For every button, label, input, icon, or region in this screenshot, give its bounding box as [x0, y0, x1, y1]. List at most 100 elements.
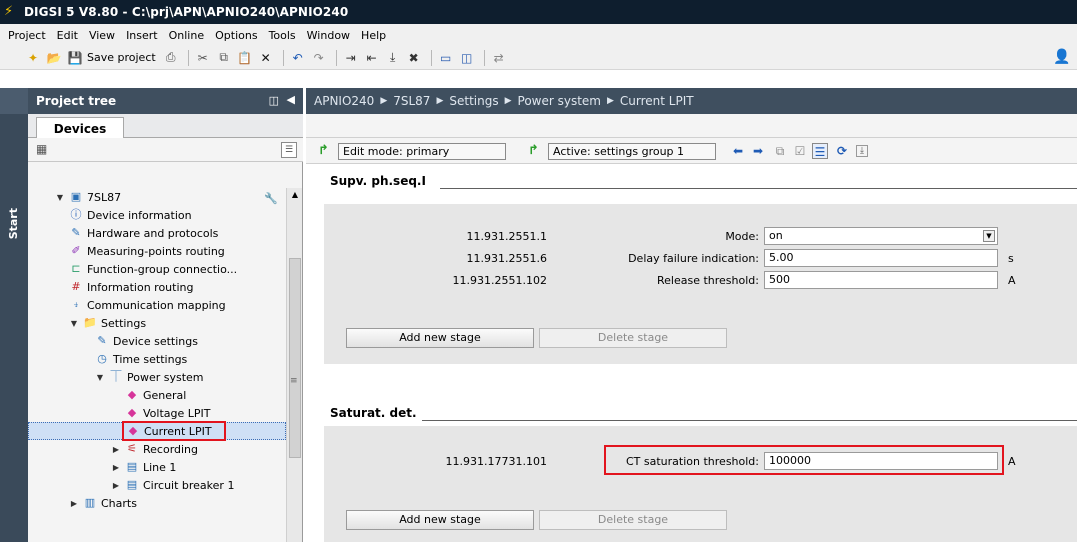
download-icon[interactable]: ⤓: [856, 145, 868, 157]
compare-icon[interactable]: ⇄: [490, 49, 508, 67]
tree-view-icon[interactable]: ☰: [281, 142, 297, 158]
add-new-stage-button[interactable]: Add new stage: [346, 328, 534, 348]
mode-select-value: on: [769, 229, 783, 242]
expand-toggle-icon[interactable]: ▶: [110, 481, 122, 490]
load-to-device-icon[interactable]: ⤓: [384, 49, 402, 67]
start-tab[interactable]: Start: [7, 208, 20, 239]
tree-item-device-information[interactable]: ⓘ Device information: [68, 206, 192, 224]
breadcrumb-item[interactable]: Power system: [518, 94, 601, 108]
back-arrow-icon[interactable]: ⬅: [730, 143, 746, 159]
forward-arrow-icon[interactable]: ➡: [750, 143, 766, 159]
undo-icon[interactable]: ↶: [289, 49, 307, 67]
tree-item-information-routing[interactable]: # Information routing: [68, 278, 193, 296]
tree-item-time-settings[interactable]: ◷ Time settings: [94, 350, 187, 368]
tree-item-circuit-breaker-1[interactable]: ▶ ▤ Circuit breaker 1: [110, 476, 235, 494]
go-online-icon[interactable]: ⇥: [342, 49, 360, 67]
properties-icon[interactable]: 🔧: [264, 192, 278, 205]
cut-icon[interactable]: ✂: [194, 49, 212, 67]
menu-window[interactable]: Window: [307, 29, 350, 42]
refresh-icon[interactable]: ⟳: [834, 143, 850, 159]
stop-icon[interactable]: ✖: [405, 49, 423, 67]
paste-icon[interactable]: 📋: [236, 49, 254, 67]
chevron-down-icon[interactable]: ▼: [983, 230, 995, 242]
project-tree-title: Project tree: [36, 94, 117, 108]
tree-item-voltage-lpit[interactable]: ◆ Voltage LPIT: [124, 404, 211, 422]
breadcrumb-item[interactable]: Current LPIT: [620, 94, 694, 108]
check-icon[interactable]: ☑: [792, 143, 808, 159]
tree-item-line-1[interactable]: ▶ ▤ Line 1: [110, 458, 177, 476]
delay-failure-input[interactable]: 5.00: [764, 249, 998, 267]
expand-toggle-icon[interactable]: ▼: [54, 193, 66, 202]
breadcrumb-item[interactable]: Settings: [449, 94, 498, 108]
expand-toggle-icon[interactable]: ▼: [68, 319, 80, 328]
tree-item-settings[interactable]: ▼ 📁 Settings: [68, 314, 146, 332]
delete-icon[interactable]: ✕: [257, 49, 275, 67]
tree-item-hardware-and-protocols[interactable]: ✎ Hardware and protocols: [68, 224, 218, 242]
split-horizontal-icon[interactable]: ▭: [437, 49, 455, 67]
group-panel-saturation: 11.931.17731.101 CT saturation threshold…: [324, 426, 1077, 542]
list-view-icon[interactable]: ☰: [812, 143, 828, 159]
menu-view[interactable]: View: [89, 29, 115, 42]
menu-project[interactable]: Project: [8, 29, 46, 42]
device-icon: ▣: [70, 190, 82, 203]
split-vertical-icon[interactable]: ◫: [458, 49, 476, 67]
parameter-group-icon: ◆: [127, 388, 137, 401]
mode-select[interactable]: on ▼: [764, 227, 998, 245]
active-group-arrow-icon[interactable]: ↱: [528, 143, 539, 158]
menu-online[interactable]: Online: [169, 29, 204, 42]
collapse-pane-icon[interactable]: ◀: [287, 93, 295, 106]
scroll-up-icon[interactable]: ▲: [288, 188, 302, 202]
title-bar: ⚡ DIGSI 5 V8.80 - C:\prj\APN\APNIO240\AP…: [0, 0, 1077, 24]
print-icon[interactable]: ⎙: [162, 49, 180, 67]
save-project-icon[interactable]: 💾: [66, 49, 84, 67]
user-icon[interactable]: 👤: [1053, 49, 1070, 65]
toolbar-separator: [335, 49, 337, 66]
tree-item-label: Line 1: [143, 460, 177, 474]
delete-stage-button[interactable]: Delete stage: [539, 510, 727, 530]
tree-item-device-settings[interactable]: ✎ Device settings: [94, 332, 198, 350]
device-overview-icon[interactable]: ▦: [36, 142, 50, 156]
copy-icon[interactable]: ⧉: [215, 49, 233, 67]
param-unit: A: [1008, 274, 1016, 287]
edit-mode-field[interactable]: Edit mode: primary: [338, 143, 506, 160]
edit-mode-arrow-icon[interactable]: ↱: [318, 143, 329, 158]
tree-scrollbar[interactable]: ▲ ≡: [286, 188, 302, 542]
release-threshold-input[interactable]: 500: [764, 271, 998, 289]
save-project-button[interactable]: Save project: [87, 51, 156, 64]
menu-insert[interactable]: Insert: [126, 29, 158, 42]
redo-icon[interactable]: ↷: [310, 49, 328, 67]
menu-options[interactable]: Options: [215, 29, 257, 42]
chevron-right-icon: ▶: [504, 96, 512, 106]
new-project-icon[interactable]: ✦: [24, 49, 42, 67]
add-new-stage-button[interactable]: Add new stage: [346, 510, 534, 530]
tree-item-label: Device information: [87, 208, 192, 222]
expand-toggle-icon[interactable]: ▶: [110, 445, 122, 454]
tree-item-measuring-points-routing[interactable]: ✐ Measuring-points routing: [68, 242, 224, 260]
tree-item-recording[interactable]: ▶ ⚟ Recording: [110, 440, 198, 458]
tree-item-charts[interactable]: ▶ ▥ Charts: [68, 494, 137, 512]
pin-icon[interactable]: ◫: [269, 94, 279, 107]
tree-item-label: Time settings: [113, 352, 188, 366]
tree-item-power-system[interactable]: ▼ ⏉ Power system: [94, 368, 204, 386]
menu-tools[interactable]: Tools: [269, 29, 296, 42]
breadcrumb-item[interactable]: 7SL87: [393, 94, 430, 108]
tree-item-general[interactable]: ◆ General: [124, 386, 187, 404]
scroll-thumb[interactable]: [289, 258, 301, 458]
expand-toggle-icon[interactable]: ▶: [68, 499, 80, 508]
tree-item-7sl87[interactable]: ▼ ▣ 7SL87: [54, 188, 121, 206]
menu-edit[interactable]: Edit: [57, 29, 78, 42]
delete-stage-button[interactable]: Delete stage: [539, 328, 727, 348]
tree-item-communication-mapping[interactable]: ⍖ Communication mapping: [68, 296, 226, 314]
tab-devices[interactable]: Devices: [36, 117, 124, 139]
go-offline-icon[interactable]: ⇤: [363, 49, 381, 67]
menu-help[interactable]: Help: [361, 29, 386, 42]
expand-toggle-icon[interactable]: ▶: [110, 463, 122, 472]
active-settings-group-field[interactable]: Active: settings group 1: [548, 143, 716, 160]
open-project-icon[interactable]: 📂: [45, 49, 63, 67]
breadcrumb-item[interactable]: APNIO240: [314, 94, 374, 108]
editor-gap: [306, 114, 1077, 138]
recording-icon: ⚟: [127, 442, 137, 455]
expand-toggle-icon[interactable]: ▼: [94, 373, 106, 382]
tree-item-function-group-connection[interactable]: ⊏ Function-group connectio...: [68, 260, 237, 278]
compare-icon[interactable]: ⧉: [772, 143, 788, 159]
